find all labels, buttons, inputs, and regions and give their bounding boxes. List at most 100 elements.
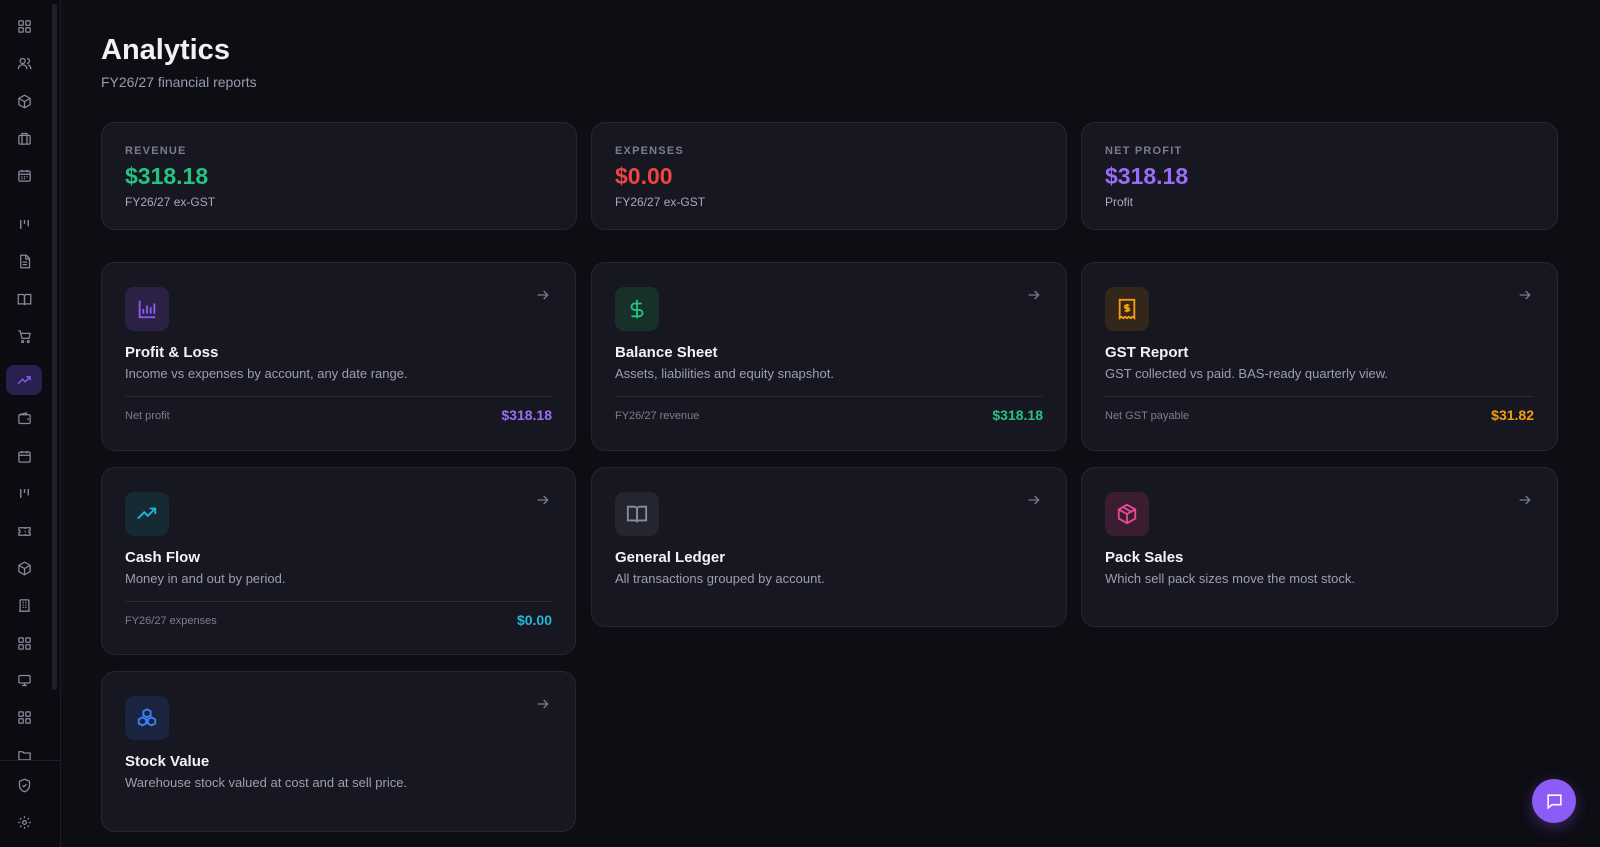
- sidebar-item-invoices[interactable]: [6, 246, 42, 276]
- sidebar-item-ledger[interactable]: [6, 284, 42, 314]
- report-title: Profit & Loss: [125, 344, 219, 361]
- package-icon: [1117, 503, 1137, 525]
- sidebar-item-pipeline[interactable]: [6, 478, 42, 508]
- sidebar-item-orders[interactable]: [6, 321, 42, 351]
- sidebar-item-security[interactable]: [6, 770, 42, 800]
- arrow-right-icon[interactable]: [1026, 492, 1042, 508]
- report-divider: [125, 396, 552, 397]
- report-description: Income vs expenses by account, any date …: [125, 366, 408, 381]
- report-card-pack-sales[interactable]: Pack Sales Which sell pack sizes move th…: [1081, 467, 1558, 627]
- report-icon-tile: [1105, 492, 1149, 536]
- grid-icon: [17, 636, 31, 650]
- sidebar-item-tickets[interactable]: [6, 516, 42, 546]
- arrow-right-icon[interactable]: [535, 492, 551, 508]
- report-divider: [1105, 396, 1534, 397]
- sidebar-item-settings[interactable]: [6, 807, 42, 837]
- folder-icon: [17, 750, 31, 760]
- app-window: Analytics FY26/27 financial reports REVE…: [0, 0, 1600, 847]
- report-title: Cash Flow: [125, 549, 201, 566]
- report-card-profit-loss[interactable]: Profit & Loss Income vs expenses by acco…: [101, 262, 576, 451]
- cube-icon: [17, 94, 31, 108]
- sidebar-item-wallet[interactable]: [6, 403, 42, 433]
- sidebar-item-contacts[interactable]: [6, 48, 42, 78]
- report-title: Balance Sheet: [615, 344, 718, 361]
- report-description: GST collected vs paid. BAS-ready quarter…: [1105, 366, 1388, 381]
- report-title: GST Report: [1105, 344, 1189, 361]
- sidebar-item-jobs[interactable]: [6, 123, 42, 153]
- report-icon-tile: [1105, 287, 1149, 331]
- report-description: All transactions grouped by account.: [615, 571, 825, 586]
- stat-label: NET PROFIT: [1105, 145, 1183, 157]
- report-footer-label: FY26/27 revenue: [615, 410, 700, 422]
- sidebar-scrollbar[interactable]: [52, 4, 57, 690]
- chat-button[interactable]: [1532, 779, 1576, 823]
- boxes-icon: [137, 708, 157, 727]
- page-subtitle: FY26/27 financial reports: [101, 74, 257, 90]
- stat-value: $318.18: [125, 163, 209, 189]
- sidebar-item-warehouse[interactable]: [6, 590, 42, 620]
- report-icon-tile: [615, 492, 659, 536]
- gear-icon: [17, 815, 31, 829]
- report-card-cash-flow[interactable]: Cash Flow Money in and out by period. FY…: [101, 467, 576, 655]
- report-title: Stock Value: [125, 753, 210, 770]
- bar-chart-icon: [138, 300, 156, 319]
- stat-card-net-profit: NET PROFIT $318.18 Profit: [1081, 122, 1558, 230]
- report-title: Pack Sales: [1105, 549, 1184, 566]
- arrow-right-icon[interactable]: [535, 287, 551, 303]
- arrow-right-icon[interactable]: [1517, 287, 1533, 303]
- sidebar-item-analytics[interactable]: [6, 365, 42, 395]
- grid-icon: [17, 19, 31, 33]
- sidebar-item-dashboard[interactable]: [6, 11, 42, 41]
- stat-card-expenses: EXPENSES $0.00 FY26/27 ex-GST: [591, 122, 1067, 230]
- cube-icon: [17, 561, 31, 575]
- sidebar-item-display[interactable]: [6, 665, 42, 695]
- shield-icon: [18, 778, 30, 792]
- sidebar-item-modules[interactable]: [6, 702, 42, 732]
- report-card-stock-value[interactable]: Stock Value Warehouse stock valued at co…: [101, 671, 576, 832]
- report-footer-label: Net GST payable: [1105, 410, 1190, 422]
- briefcase-icon: [17, 132, 31, 145]
- stat-value: $318.18: [1105, 163, 1189, 189]
- report-card-general-ledger[interactable]: General Ledger All transactions grouped …: [591, 467, 1067, 627]
- cart-icon: [17, 329, 31, 343]
- report-footer-value: $318.18: [501, 407, 552, 423]
- book-icon: [626, 505, 648, 523]
- arrow-right-icon[interactable]: [1026, 287, 1042, 303]
- sidebar-item-board[interactable]: [6, 209, 42, 239]
- book-icon: [17, 293, 31, 305]
- report-description: Assets, liabilities and equity snapshot.: [615, 366, 834, 381]
- report-card-gst-report[interactable]: GST Report GST collected vs paid. BAS-re…: [1081, 262, 1558, 451]
- users-icon: [17, 57, 31, 69]
- arrow-right-icon[interactable]: [1517, 492, 1533, 508]
- stat-sub: FY26/27 ex-GST: [125, 195, 216, 209]
- kanban-icon: [19, 488, 29, 498]
- dollar-icon: [630, 299, 644, 319]
- calendar-icon: [17, 450, 31, 463]
- report-card-balance-sheet[interactable]: Balance Sheet Assets, liabilities and eq…: [591, 262, 1067, 451]
- report-description: Warehouse stock valued at cost and at se…: [125, 775, 408, 790]
- document-icon: [19, 254, 30, 268]
- report-icon-tile: [125, 696, 169, 740]
- receipt-icon: [1118, 298, 1136, 320]
- stat-value: $0.00: [615, 163, 673, 189]
- ticket-icon: [17, 526, 31, 536]
- stat-sub: Profit: [1105, 195, 1134, 209]
- sidebar-item-apps[interactable]: [6, 628, 42, 658]
- page-title: Analytics: [101, 34, 230, 66]
- report-description: Which sell pack sizes move the most stoc…: [1105, 571, 1355, 586]
- sidebar-item-calendar[interactable]: [6, 160, 42, 190]
- sidebar-item-files[interactable]: [6, 740, 42, 760]
- report-footer-value: $318.18: [992, 407, 1043, 423]
- stat-label: EXPENSES: [615, 145, 684, 157]
- sidebar-item-products[interactable]: [6, 86, 42, 116]
- stat-card-revenue: REVENUE $318.18 FY26/27 ex-GST: [101, 122, 577, 230]
- trending-up-icon: [137, 507, 157, 520]
- sidebar-item-schedule[interactable]: [6, 441, 42, 471]
- stat-sub: FY26/27 ex-GST: [615, 195, 706, 209]
- monitor-icon: [17, 674, 31, 686]
- calendar-icon: [17, 169, 31, 182]
- arrow-right-icon[interactable]: [535, 696, 551, 712]
- sidebar-item-inventory[interactable]: [6, 553, 42, 583]
- report-description: Money in and out by period.: [125, 571, 286, 586]
- sidebar: [0, 0, 61, 847]
